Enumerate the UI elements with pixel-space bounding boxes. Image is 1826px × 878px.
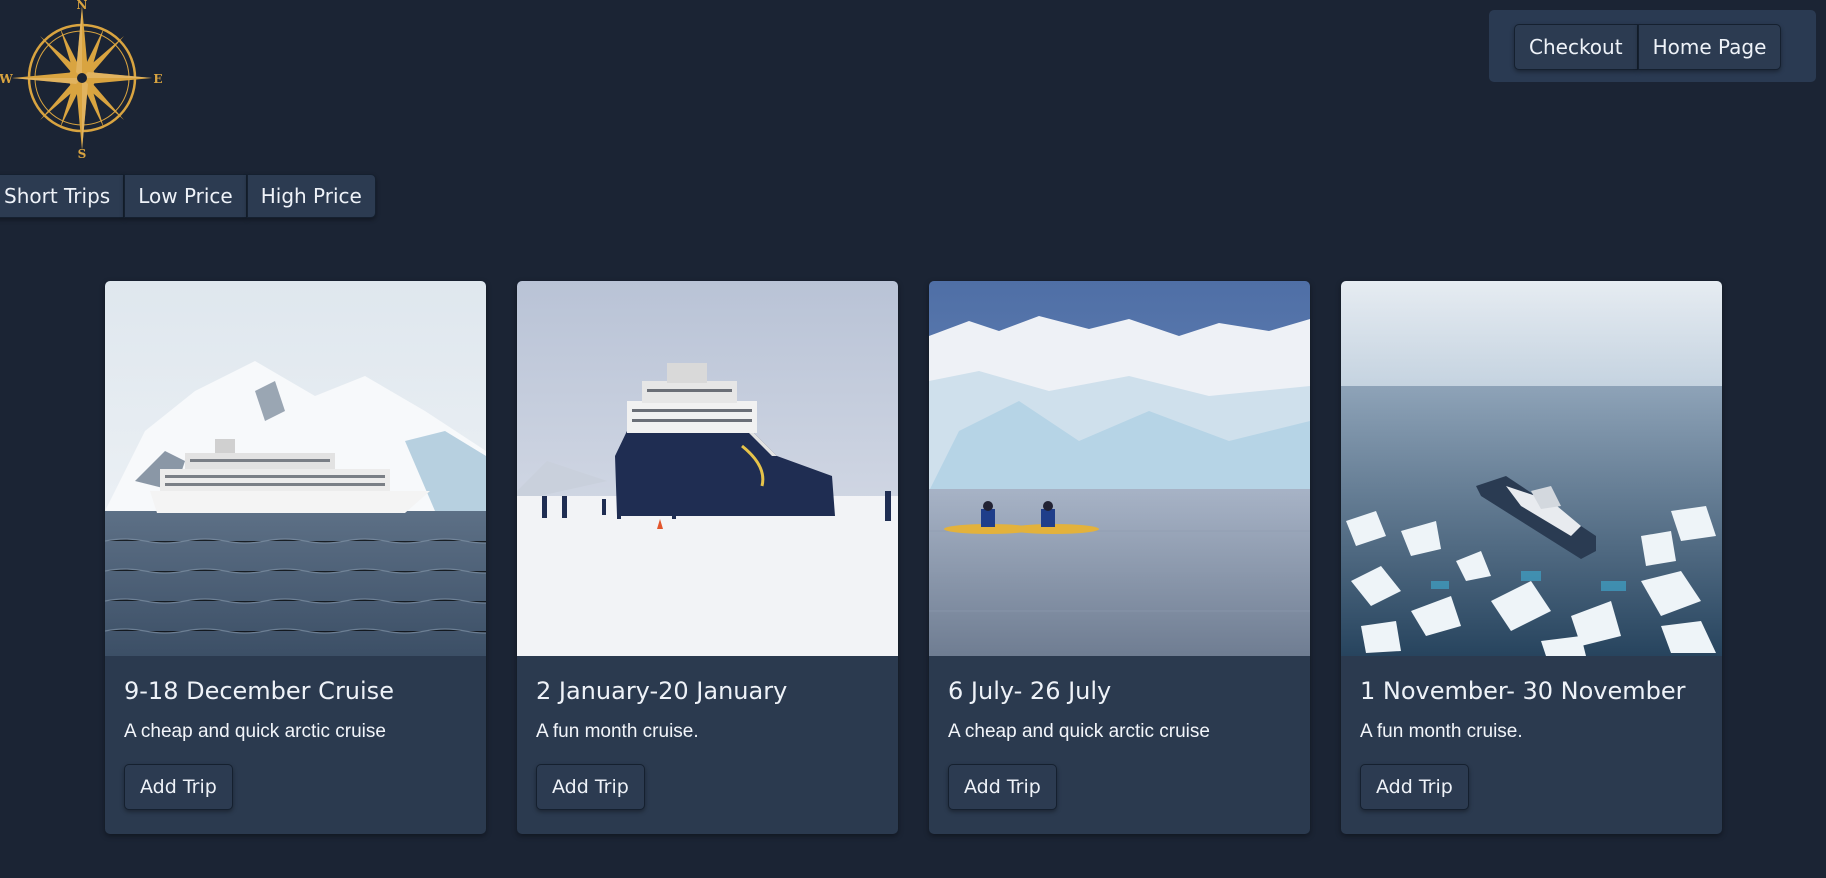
home-page-button[interactable]: Home Page	[1637, 24, 1782, 70]
cruise-ship-antarctic-mountains-photo	[105, 281, 486, 656]
trip-card: 9-18 December Cruise A cheap and quick a…	[105, 281, 486, 834]
short-trips-button[interactable]: Short Trips	[0, 174, 125, 218]
glacier-kayaks-photo	[929, 281, 1310, 656]
card-text: A fun month cruise.	[1360, 721, 1523, 742]
trip-cards: 9-18 December Cruise A cheap and quick a…	[105, 281, 1722, 834]
card-title: 2 January-20 January	[536, 677, 788, 705]
expedition-ship-on-ice-photo	[517, 281, 898, 656]
top-nav: Checkout Home Page	[1489, 10, 1816, 82]
card-body: 6 July- 26 July A cheap and quick arctic…	[929, 656, 1310, 830]
filter-button-group: Short Trips Low Price High Price	[0, 174, 376, 218]
card-body: 1 November- 30 November A fun month crui…	[1341, 656, 1722, 830]
add-trip-button[interactable]: Add Trip	[536, 764, 645, 810]
compass-logo-icon: N S E W	[0, 0, 163, 161]
trip-card: 2 January-20 January A fun month cruise.…	[517, 281, 898, 834]
card-title: 1 November- 30 November	[1360, 677, 1686, 705]
card-body: 2 January-20 January A fun month cruise.…	[517, 656, 898, 830]
add-trip-button[interactable]: Add Trip	[124, 764, 233, 810]
compass-south-label: S	[78, 147, 87, 161]
add-trip-button[interactable]: Add Trip	[948, 764, 1057, 810]
card-title: 6 July- 26 July	[948, 677, 1112, 705]
low-price-button[interactable]: Low Price	[124, 174, 247, 218]
high-price-button[interactable]: High Price	[246, 174, 376, 218]
trip-card: 1 November- 30 November A fun month crui…	[1341, 281, 1722, 834]
card-body: 9-18 December Cruise A cheap and quick a…	[105, 656, 486, 830]
card-text: A cheap and quick arctic cruise	[124, 721, 386, 742]
card-text: A fun month cruise.	[536, 721, 699, 742]
compass-east-label: E	[153, 72, 162, 86]
card-text: A cheap and quick arctic cruise	[948, 721, 1210, 742]
add-trip-button[interactable]: Add Trip	[1360, 764, 1469, 810]
compass-north-label: N	[77, 0, 88, 12]
ship-in-sea-ice-aerial-photo	[1341, 281, 1722, 656]
nav-button-group: Checkout Home Page	[1514, 24, 1782, 70]
checkout-button[interactable]: Checkout	[1514, 24, 1638, 70]
compass-west-label: W	[0, 72, 13, 86]
card-title: 9-18 December Cruise	[124, 677, 394, 705]
trip-card: 6 July- 26 July A cheap and quick arctic…	[929, 281, 1310, 834]
